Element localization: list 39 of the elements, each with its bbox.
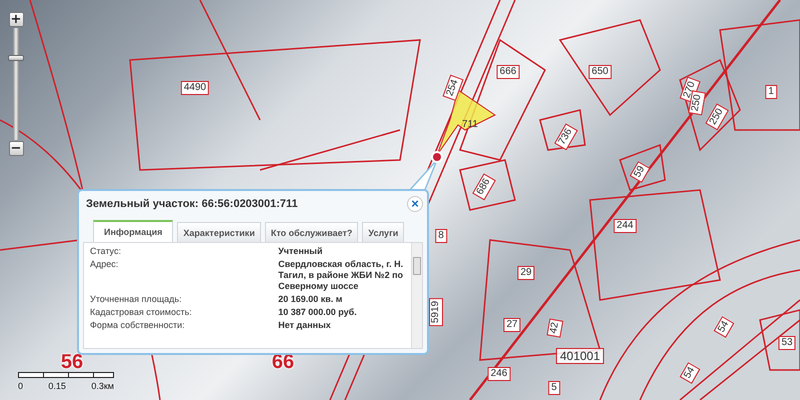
tab[interactable]: Характеристики	[177, 222, 261, 242]
tab[interactable]: Информация	[93, 220, 174, 242]
parcel-label: 5919	[429, 298, 443, 326]
parcel-label: 4490	[180, 81, 210, 95]
field-label: Статус:	[90, 246, 122, 257]
parcel-label: 244	[614, 219, 636, 233]
scale-label: 0.3км	[91, 381, 114, 391]
close-button[interactable]: ×	[407, 196, 423, 212]
field-value: Учтенный	[278, 246, 324, 257]
parcel-label: 666	[496, 65, 520, 79]
parcel-label: 5	[548, 381, 560, 395]
parcel-label: 29	[517, 266, 535, 280]
parcel-label: 1	[765, 85, 777, 99]
parcel-label: 246	[488, 367, 510, 381]
cadastral-quarter-label: 56	[60, 352, 84, 372]
zoom-in-button[interactable]: +	[8, 12, 24, 27]
field-value: Свердловская область, г. Н. Тагил, в районе ЖБИ №2 по Северному шоссе	[278, 259, 404, 292]
parcel-label: 8	[435, 229, 447, 243]
scale-label: 0.15	[48, 381, 66, 391]
tab[interactable]: Услуги	[362, 222, 404, 242]
field-value: 20 169.00 кв. м	[278, 294, 344, 305]
field-label: Адрес:	[90, 259, 120, 271]
field-label: Уточненная площадь:	[90, 294, 183, 305]
parcel-label: 27	[503, 318, 521, 332]
zoom-out-button[interactable]: −	[8, 141, 24, 156]
field-label: Кадастровая стоимость:	[90, 307, 193, 318]
tab[interactable]: Кто обслуживает?	[264, 222, 358, 242]
field-value: 10 387 000.00 руб.	[278, 307, 358, 318]
field-label: Форма собственности:	[90, 320, 186, 331]
zoom-slider-thumb[interactable]	[8, 55, 24, 62]
parcel-label: 53	[778, 336, 796, 350]
parcel-label: 650	[588, 65, 612, 79]
map-pin-icon[interactable]	[431, 151, 443, 163]
scrollbar[interactable]	[411, 243, 422, 348]
scale-label: 0	[18, 381, 24, 391]
parcel-label: 711	[461, 119, 479, 131]
field-value: Нет данных	[278, 320, 332, 331]
cadastral-block-label: 401001	[556, 348, 604, 364]
popup-title: Земельный участок: 66:56:0203001:711	[85, 198, 298, 210]
